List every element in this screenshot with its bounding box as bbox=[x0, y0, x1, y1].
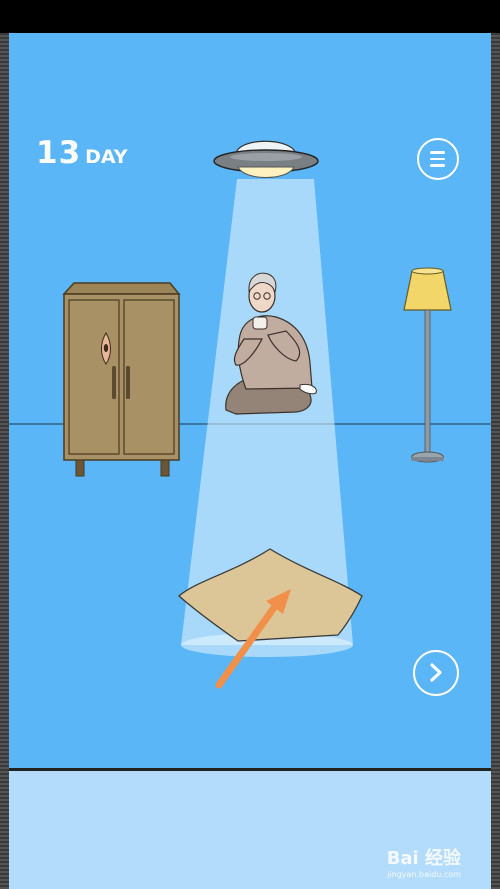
watermark-brand: Bai 经验 bbox=[386, 848, 461, 869]
menu-icon-line-top bbox=[430, 151, 445, 154]
menu-icon-line-mid bbox=[430, 157, 445, 160]
wardrobe[interactable] bbox=[62, 282, 181, 477]
watermark-url: jingyan.baidu.com bbox=[387, 870, 461, 879]
chevron-right-icon bbox=[430, 663, 442, 682]
watermark: Bai 经验 jingyan.baidu.com bbox=[387, 844, 461, 879]
menu-button[interactable] bbox=[417, 138, 459, 180]
day-number: 13 bbox=[36, 135, 82, 171]
game-screen: 13 DAY Bai 经验 jingyan.baidu.com bbox=[0, 33, 500, 889]
next-button[interactable] bbox=[413, 650, 459, 696]
status-bar bbox=[0, 0, 500, 33]
bottom-panel: Bai 经验 jingyan.baidu.com bbox=[9, 768, 491, 889]
day-counter: 13 DAY bbox=[36, 135, 128, 171]
floor-lamp[interactable] bbox=[403, 267, 452, 463]
menu-icon-line-bottom bbox=[430, 164, 445, 167]
day-label: DAY bbox=[85, 146, 128, 168]
ufo[interactable] bbox=[213, 140, 319, 178]
